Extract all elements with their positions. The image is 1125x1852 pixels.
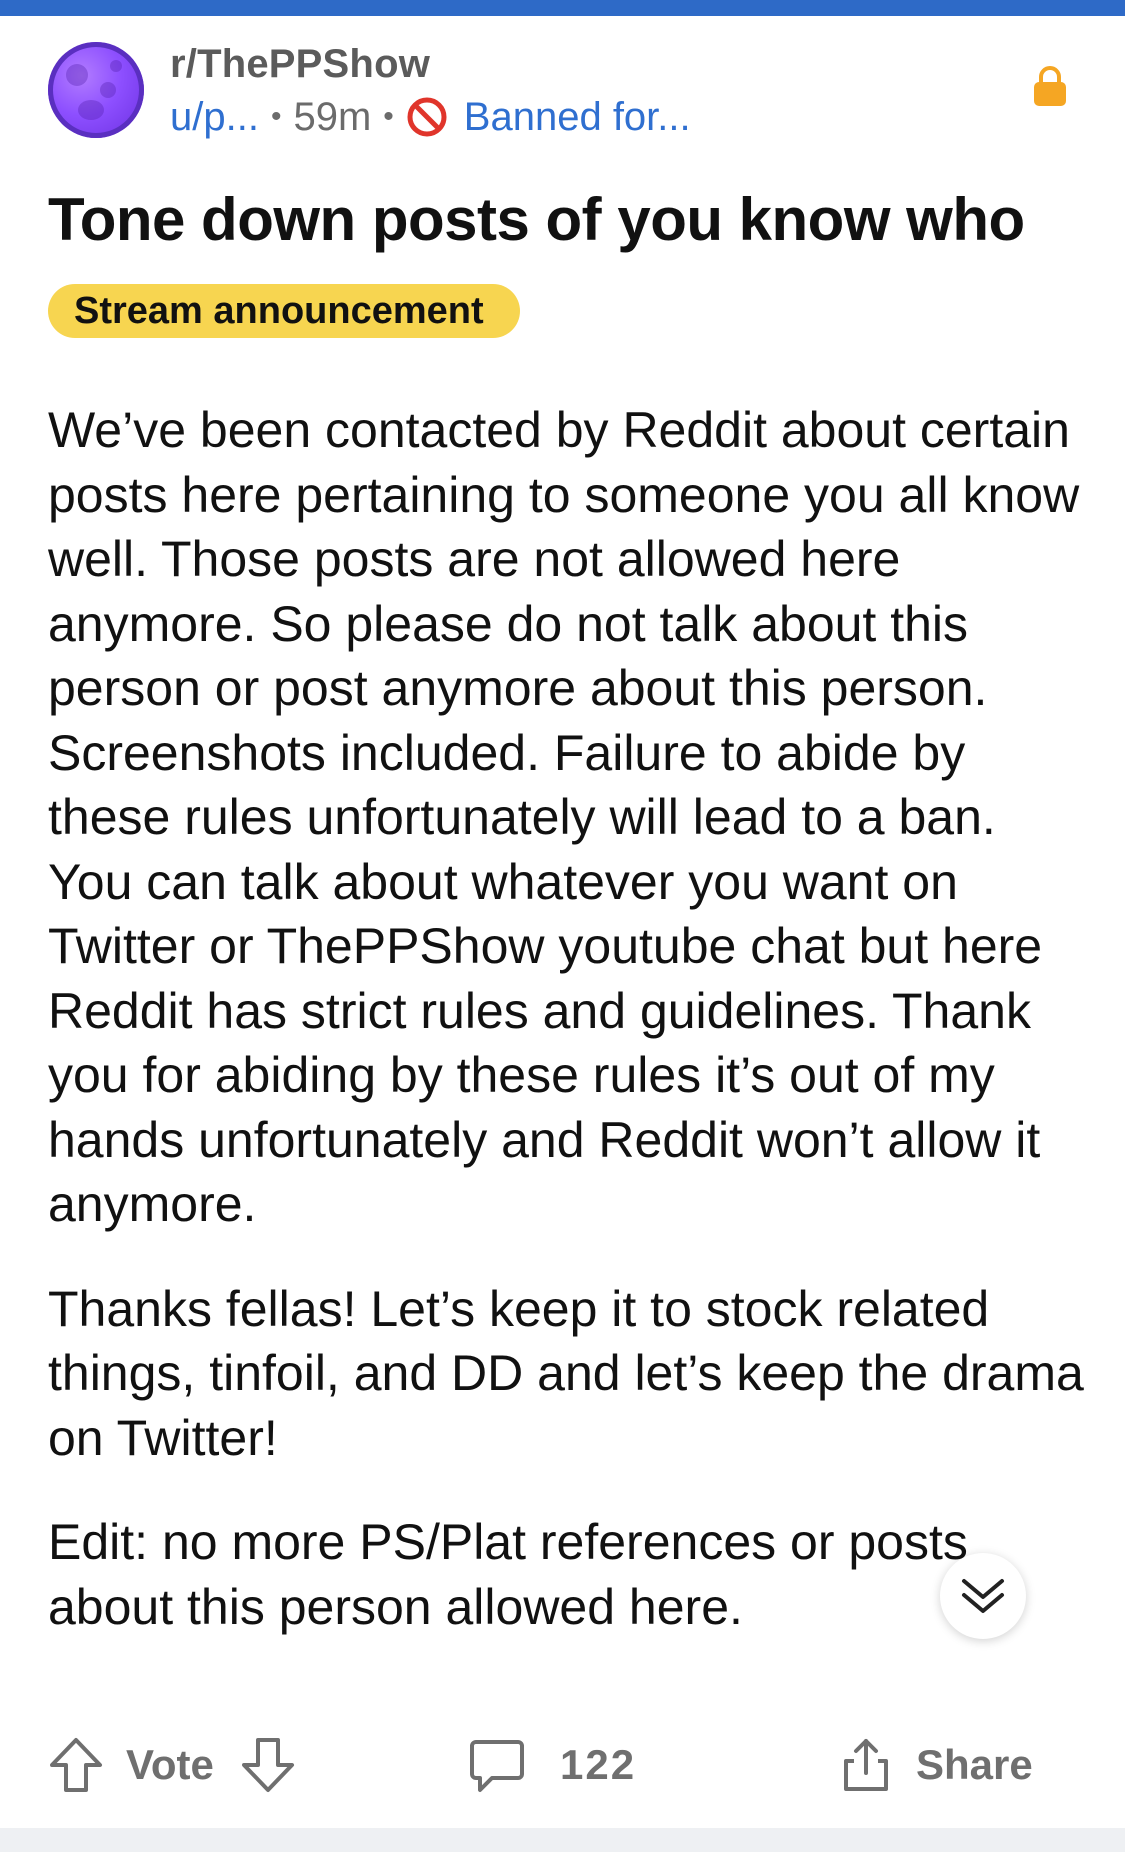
post-meta: u/p... • 59m • Banned for... bbox=[170, 92, 691, 142]
body-paragraph: Edit: no more PS/Plat references or post… bbox=[48, 1514, 968, 1635]
comment-count: 122 bbox=[560, 1741, 637, 1788]
separator-dot: • bbox=[383, 100, 394, 133]
double-chevron-down-icon bbox=[958, 1575, 1008, 1617]
bottom-divider bbox=[0, 1828, 1125, 1852]
scroll-down-button[interactable] bbox=[940, 1553, 1026, 1639]
arrow-up-icon[interactable] bbox=[48, 1735, 104, 1795]
post-body: We’ve been contacted by Reddit about cer… bbox=[48, 398, 1088, 1679]
ban-icon bbox=[406, 96, 448, 138]
comments-button[interactable]: 122 bbox=[468, 1730, 636, 1800]
vote-label: Vote bbox=[126, 1741, 214, 1788]
share-button[interactable]: Share bbox=[836, 1730, 1033, 1800]
vote-group: Vote bbox=[48, 1730, 296, 1800]
post-action-bar: Vote 122 Share bbox=[48, 1730, 1078, 1800]
post-header: r/ThePPShow u/p... • 59m • Banned for... bbox=[48, 40, 1078, 145]
subreddit-name[interactable]: r/ThePPShow bbox=[170, 42, 430, 87]
post-title: Tone down posts of you know who bbox=[48, 186, 1025, 253]
arrow-down-icon[interactable] bbox=[240, 1735, 296, 1795]
post-flair[interactable]: Stream announcement bbox=[48, 284, 520, 338]
body-paragraph: We’ve been contacted by Reddit about cer… bbox=[48, 402, 1080, 1232]
post-time: 59m bbox=[293, 94, 372, 139]
subreddit-avatar[interactable] bbox=[48, 42, 144, 138]
top-accent-bar bbox=[0, 0, 1125, 16]
speech-bubble-icon bbox=[468, 1736, 526, 1794]
lock-icon bbox=[1032, 64, 1068, 108]
share-upload-icon bbox=[836, 1735, 896, 1795]
body-paragraph: Thanks fellas! Let’s keep it to stock re… bbox=[48, 1280, 1084, 1466]
author-link[interactable]: u/p... bbox=[170, 95, 259, 140]
share-label: Share bbox=[916, 1741, 1033, 1788]
banned-status-link[interactable]: Banned for... bbox=[464, 95, 691, 140]
separator-dot: • bbox=[270, 100, 282, 133]
